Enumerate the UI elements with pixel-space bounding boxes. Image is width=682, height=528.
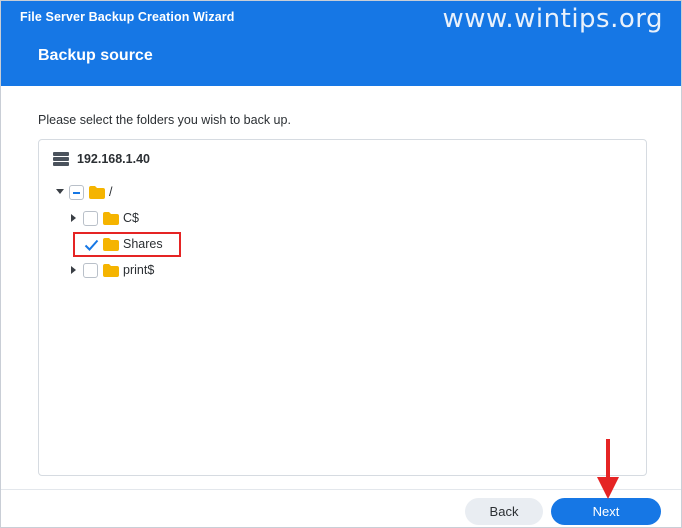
root-checkbox[interactable] (69, 184, 84, 200)
step-title: Backup source (38, 47, 153, 64)
instruction-text: Please select the folders you wish to ba… (38, 113, 291, 127)
tree-node-print-share[interactable]: print$ (67, 260, 154, 280)
c-share-checkbox[interactable] (83, 210, 98, 226)
watermark: www.wintips.org (442, 4, 663, 34)
server-node: 192.168.1.40 (53, 152, 150, 166)
footer-divider (1, 489, 681, 490)
tree-node-root[interactable]: / (53, 182, 112, 202)
selection-highlight-box (73, 232, 181, 257)
print-share-checkbox[interactable] (83, 262, 98, 278)
caret-right-icon[interactable] (67, 263, 81, 277)
folder-icon (89, 185, 105, 199)
folder-icon (103, 211, 119, 225)
tree-node-label: C$ (123, 211, 139, 225)
caret-right-icon[interactable] (67, 211, 81, 225)
folder-icon (103, 263, 119, 277)
wizard-header: File Server Backup Creation Wizard Backu… (1, 1, 681, 86)
tree-node-label: print$ (123, 263, 155, 277)
back-button[interactable]: Back (465, 498, 543, 525)
next-button[interactable]: Next (551, 498, 661, 525)
arrow-down-icon (597, 439, 619, 499)
tree-node-label: / (109, 185, 113, 199)
wizard-title: File Server Backup Creation Wizard (20, 10, 235, 24)
server-label: 192.168.1.40 (77, 152, 150, 166)
caret-down-icon[interactable] (53, 185, 67, 199)
server-icon (53, 152, 69, 166)
folder-tree-panel: 192.168.1.40 / C$ Shares print$ (38, 139, 647, 476)
tree-node-c-share[interactable]: C$ (67, 208, 139, 228)
